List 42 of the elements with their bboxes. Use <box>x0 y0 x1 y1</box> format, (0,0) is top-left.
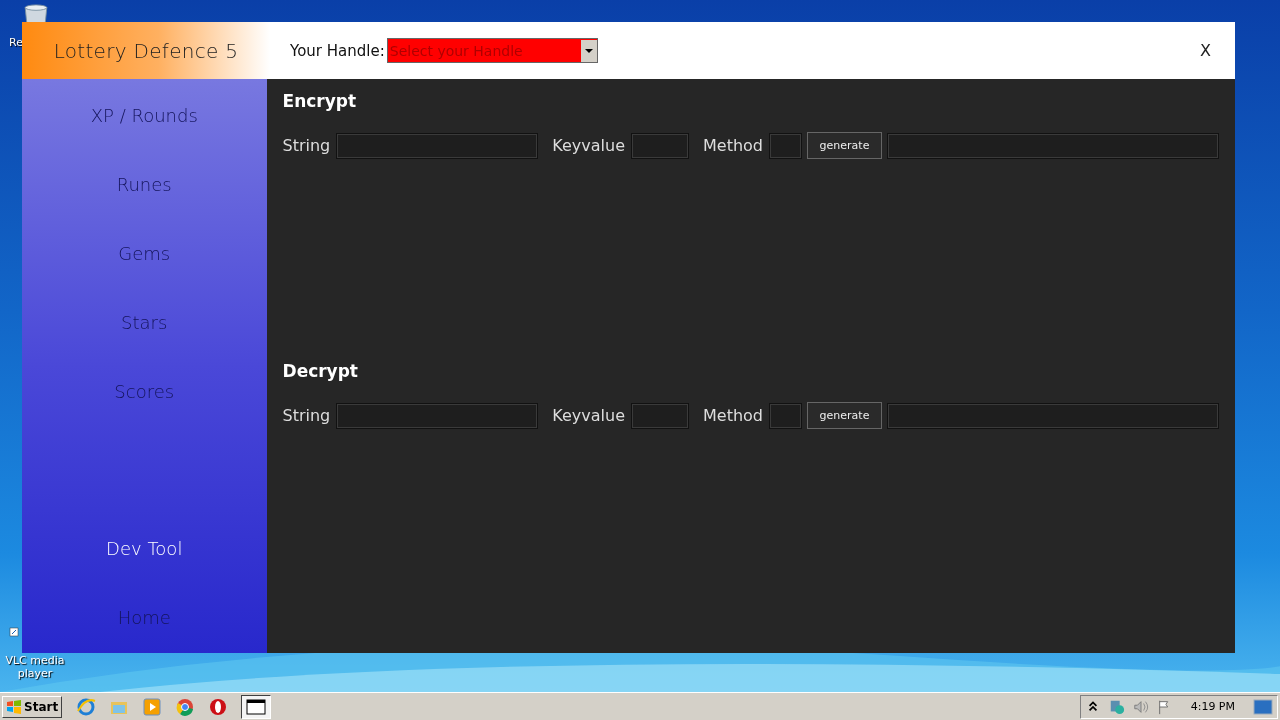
handle-label: Your Handle: <box>290 41 385 60</box>
close-button[interactable]: X <box>1196 39 1215 62</box>
input-field[interactable] <box>769 402 802 429</box>
caret-icon <box>580 39 597 62</box>
desktop-icon-label[interactable]: VLC media player <box>5 654 65 680</box>
taskbar-window-button[interactable] <box>241 694 272 719</box>
output-field[interactable] <box>887 132 1219 159</box>
sidebar-item[interactable]: Scores <box>114 378 175 406</box>
speaker-icon[interactable] <box>1132 698 1149 715</box>
sidebar-item[interactable]: Runes <box>116 171 172 199</box>
opera-icon[interactable] <box>208 696 229 717</box>
input-field[interactable] <box>336 402 539 429</box>
desktop-icon-label[interactable]: Re <box>9 36 23 49</box>
field-label: Keyvalue <box>552 136 625 155</box>
sidebar-item[interactable]: Dev Tool <box>106 535 183 563</box>
show-desktop-icon[interactable] <box>1253 697 1273 716</box>
input-field[interactable] <box>336 132 539 159</box>
generate-button[interactable]: generate <box>807 132 882 159</box>
clock[interactable]: 4:19 PM <box>1190 700 1235 713</box>
field-label: Method <box>703 406 763 425</box>
input-field[interactable] <box>769 132 802 159</box>
sidebar-item[interactable]: Gems <box>118 240 171 268</box>
sidebar-item[interactable]: Stars <box>121 309 168 337</box>
section-title: Encrypt <box>282 91 358 113</box>
field-label: Keyvalue <box>552 406 625 425</box>
windows-logo-icon <box>6 698 22 715</box>
chrome-icon[interactable] <box>175 696 196 717</box>
sidebar-item[interactable]: XP / Rounds <box>90 102 198 130</box>
input-field[interactable] <box>631 132 689 159</box>
network-icon[interactable] <box>1108 698 1125 715</box>
section-title: Decrypt <box>282 361 359 383</box>
play-icon[interactable] <box>142 696 163 717</box>
generate-button[interactable]: generate <box>807 402 882 429</box>
field-label: String <box>282 406 331 425</box>
field-label: Method <box>703 136 763 155</box>
browser-e-icon[interactable] <box>76 696 97 717</box>
window-title: Lottery Defence 5 <box>53 38 239 63</box>
output-field[interactable] <box>887 402 1219 429</box>
window-icon <box>246 698 267 715</box>
input-field[interactable] <box>631 402 689 429</box>
field-label: String <box>282 136 331 155</box>
start-button[interactable]: Start <box>2 695 63 718</box>
